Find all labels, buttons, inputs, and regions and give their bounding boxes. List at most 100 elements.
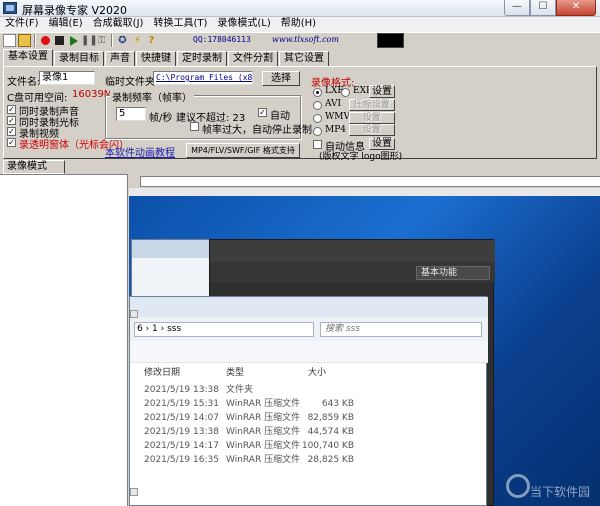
menu-file[interactable]: 文件(F) [0,17,44,32]
stop-icon[interactable] [53,34,66,47]
format-lxe-radio[interactable] [313,88,322,97]
toolbar-separator [34,34,36,47]
file-type: 文件夹 [226,385,254,395]
column-type[interactable]: 类型 [226,365,244,378]
auto-stop-checkbox[interactable] [190,122,199,131]
maximize-button[interactable]: ☐ [530,0,556,16]
record-sound-checkbox[interactable]: ✓ [7,105,16,114]
format-wmv-radio[interactable] [313,114,322,123]
format-mp4-radio[interactable] [313,127,322,136]
tab-file-split[interactable]: 文件分割 [228,51,278,66]
new-file-icon[interactable] [3,34,16,47]
temp-folder-input[interactable]: C:\Program Files (x86)\ [153,71,253,85]
disk-space-label: C盘可用空间: [7,93,68,104]
fps-unit-label: 帧/秒 [149,113,173,124]
open-folder-icon[interactable] [18,34,31,47]
left-pane [0,174,128,506]
search-input[interactable]: 搜索 sss [320,322,482,337]
menu-edit[interactable]: 编辑(E) [44,17,88,32]
desktop-icon[interactable] [130,310,138,318]
file-type: WinRAR 压缩文件 [226,413,301,423]
file-row[interactable]: 2021/5/19 15:31 WinRAR 压缩文件 643 KB [130,397,488,411]
filename-label: 文件名: [7,77,41,88]
screen-preview: 基本功能 6 › 1 › sss 搜索 sss 修改日期 类型 大小 2021/… [129,188,600,506]
temp-folder-label: 临时文件夹: [105,77,159,88]
tab-basic-settings[interactable]: 基本设置 [3,49,53,66]
file-row[interactable]: 2021/5/19 16:35 WinRAR 压缩文件 28,825 KB [130,453,488,467]
format-wmv-label: WMV [325,112,350,122]
basic-function-select[interactable]: 基本功能 [416,266,490,280]
minimize-button[interactable]: — [504,0,530,16]
select-folder-button[interactable]: 选择 [262,71,300,86]
window-title: 屏幕录像专家 V2020 [22,4,128,17]
address-input[interactable]: 6 › 1 › sss [134,322,314,337]
fps-input[interactable]: 5 [116,107,146,121]
file-size: 643 KB [321,399,354,409]
tab-record-target[interactable]: 录制目标 [54,51,104,66]
close-button[interactable]: ✕ [556,0,596,16]
file-date: 2021/5/19 16:35 [144,455,219,465]
app-icon [3,2,17,14]
explorer-toolbar [130,341,488,363]
filename-input[interactable]: 录像1 [39,71,95,85]
website-link[interactable]: www.tlxsoft.com [272,35,339,44]
auto-fps-checkbox[interactable]: ✓ [258,108,267,117]
file-size: 44,574 KB [307,427,354,437]
key-icon[interactable]: ⚿ [95,34,108,47]
auto-fps-label: 自动 [270,111,290,122]
mp4-settings-button[interactable]: 设置 [349,124,395,136]
preview-top-strip [129,188,600,196]
help-question-icon[interactable]: ? [145,34,158,47]
wmv-settings-button[interactable]: 设置 [349,112,395,124]
copyright-caption: (版权文字 logo图形) [319,152,403,162]
record-transparent-checkbox[interactable]: ✓ [7,138,16,147]
title-bar: 屏幕录像专家 V2020 — ☐ ✕ [0,0,600,17]
background-window-titlebar [132,240,212,258]
file-row[interactable]: 2021/5/19 13:38 WinRAR 压缩文件 44,574 KB [130,425,488,439]
window-controls: — ☐ ✕ [504,0,596,17]
file-date: 2021/5/19 14:07 [144,413,219,423]
format-support-button[interactable]: MP4/FLV/SWF/GIF 格式支持 [186,143,300,158]
tab-scheduled-record[interactable]: 定时录制 [177,51,227,66]
framerate-title: 录制频率（帧率） [110,89,194,104]
basic-settings-panel: 文件名: 录像1 C盘可用空间: 16039M ✓ 同时录制声音 ✓ 同时录制光… [3,66,597,162]
dark-app-titlebar [210,240,495,262]
status-field [140,176,600,187]
tab-hotkeys[interactable]: 快捷键 [136,51,176,66]
record-mode-tab[interactable]: 录像模式 [3,160,65,174]
record-video-checkbox[interactable]: ✓ [7,127,16,136]
file-date: 2021/5/19 14:17 [144,441,219,451]
record-cursor-checkbox[interactable]: ✓ [7,116,16,125]
tutorial-link[interactable]: 本软件动画教程 [105,144,175,159]
menu-compose[interactable]: 合成截取(J) [88,17,149,32]
auto-stop-label: 帧率过大，自动停止录制 [202,125,312,136]
menu-help[interactable]: 帮助(H) [276,17,321,32]
tab-other-settings[interactable]: 其它设置 [279,51,329,66]
toolbar-separator [111,34,113,47]
format-settings-button[interactable]: 设置 [369,85,395,98]
format-exe-radio[interactable] [341,88,350,97]
file-size: 82,859 KB [307,413,354,423]
column-modified-date[interactable]: 修改日期 [144,365,180,378]
pause-icon[interactable]: ❚❚ [81,34,98,47]
auto-info-checkbox[interactable] [313,140,322,149]
settings-tabs: 基本设置 录制目标 声音 快捷键 定时录制 文件分割 其它设置 [3,49,330,66]
file-row[interactable]: 2021/5/19 13:38 文件夹 [130,383,488,397]
column-size[interactable]: 大小 [308,365,326,378]
lightning-icon[interactable]: ⚡ [131,34,144,47]
play-icon[interactable] [67,34,80,47]
tab-sound[interactable]: 声音 [105,51,135,66]
file-type: WinRAR 压缩文件 [226,441,301,451]
file-type: WinRAR 压缩文件 [226,427,301,437]
menu-convert[interactable]: 转换工具(T) [148,17,212,32]
compress-settings-button[interactable]: 压缩设置 [349,99,395,111]
qq-contact: QQ:178046113 [193,35,251,44]
menu-record-mode[interactable]: 录像模式(L) [212,17,275,32]
file-date: 2021/5/19 13:38 [144,385,219,395]
file-row[interactable]: 2021/5/19 14:07 WinRAR 压缩文件 82,859 KB [130,411,488,425]
desktop-icon[interactable] [130,488,138,496]
settings-wheel-icon[interactable]: ✪ [116,34,129,47]
record-icon[interactable] [39,34,52,47]
format-avi-radio[interactable] [313,101,322,110]
file-row[interactable]: 2021/5/19 14:17 WinRAR 压缩文件 100,740 KB [130,439,488,453]
